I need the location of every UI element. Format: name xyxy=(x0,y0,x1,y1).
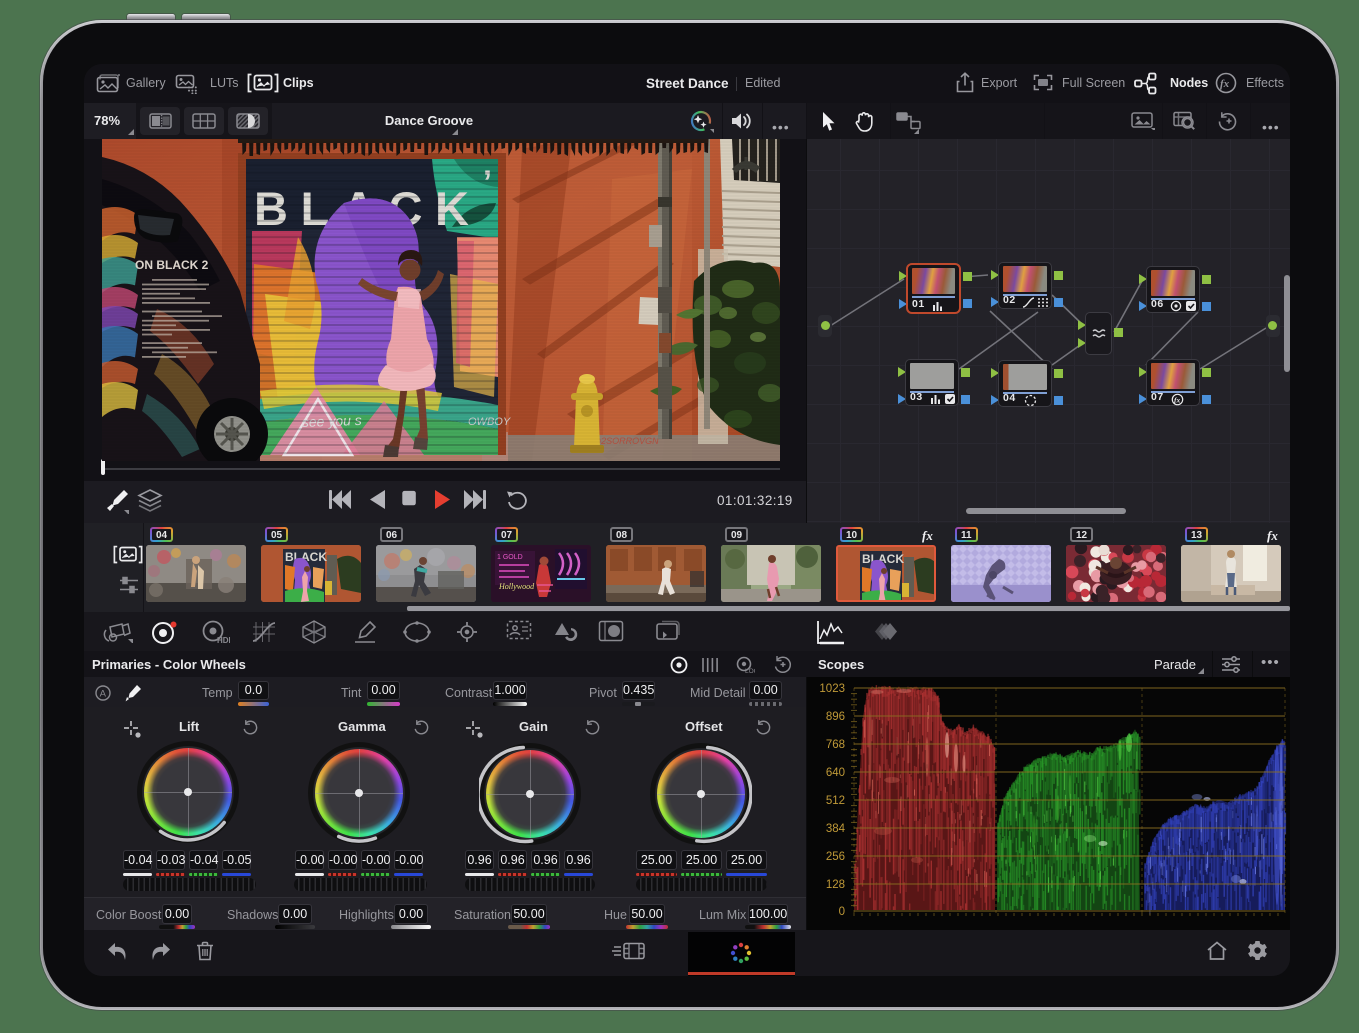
svg-text:A: A xyxy=(100,689,107,700)
svg-text:LOG: LOG xyxy=(745,668,755,674)
svg-text:Hollywood: Hollywood xyxy=(498,582,535,591)
svg-text:256: 256 xyxy=(826,851,845,863)
svg-text:1023: 1023 xyxy=(819,683,845,695)
svg-text:640: 640 xyxy=(826,767,845,779)
svg-text:384: 384 xyxy=(826,823,846,835)
svg-text:fx: fx xyxy=(1174,396,1180,405)
svg-text:896: 896 xyxy=(826,711,845,723)
svg-text:fx: fx xyxy=(1220,78,1230,90)
svg-text:1 GOLD: 1 GOLD xyxy=(497,554,523,561)
svg-text:512: 512 xyxy=(826,795,845,807)
svg-text:0: 0 xyxy=(839,906,845,918)
svg-text:768: 768 xyxy=(826,739,845,751)
svg-text:HDR: HDR xyxy=(217,636,230,645)
svg-text:128: 128 xyxy=(826,879,845,891)
